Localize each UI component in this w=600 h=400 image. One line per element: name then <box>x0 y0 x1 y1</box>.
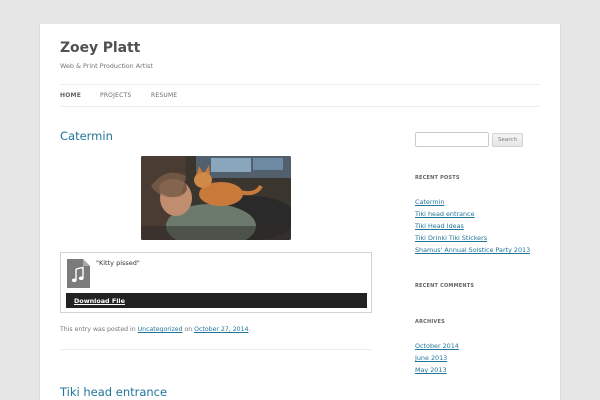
recent-comments-title: RECENT COMMENTS <box>415 283 475 289</box>
recent-posts-list: Catermin Tiki head entrance Tiki Head Id… <box>415 196 530 256</box>
list-item: May 2013 <box>415 364 459 376</box>
list-item: June 2013 <box>415 352 459 364</box>
category-link[interactable]: Uncategorized <box>138 326 183 333</box>
recent-posts-title: RECENT POSTS <box>415 175 460 181</box>
post-divider <box>60 349 372 350</box>
list-item: Catermin <box>415 196 530 208</box>
recent-post-link[interactable]: Tiki Head Ideas <box>415 222 464 230</box>
list-item: Tiki head entrance <box>415 208 530 220</box>
nav-item-resume[interactable]: RESUME <box>151 92 177 99</box>
cat-photo <box>141 156 291 240</box>
list-item: Tiki Head Ideas <box>415 220 530 232</box>
post-title[interactable]: Catermin <box>60 129 113 143</box>
post-title[interactable]: Tiki head entrance <box>60 385 167 399</box>
date-link[interactable]: October 27, 2014 <box>194 326 248 333</box>
archives-title: ARCHIVES <box>415 319 445 325</box>
archives-list: October 2014 June 2013 May 2013 <box>415 340 459 376</box>
audio-attachment: "Kitty pissed" Download File <box>60 252 372 313</box>
archive-link[interactable]: October 2014 <box>415 342 459 350</box>
main-navigation: HOME PROJECTS RESUME <box>60 84 540 107</box>
recent-post-link[interactable]: Catermin <box>415 198 444 206</box>
nav-item-home[interactable]: HOME <box>60 92 81 99</box>
recent-post-link[interactable]: Tiki Drinki Tiki Stickers <box>415 234 487 242</box>
music-file-icon <box>67 259 90 288</box>
search-input[interactable] <box>415 132 489 147</box>
nav-item-projects[interactable]: PROJECTS <box>100 92 131 99</box>
attachment-caption: "Kitty pissed" <box>96 259 140 267</box>
site-title[interactable]: Zoey Platt <box>60 40 140 56</box>
entry-meta: This entry was posted in Uncategorized o… <box>60 326 250 333</box>
recent-post-link[interactable]: Tiki head entrance <box>415 210 475 218</box>
entry-meta-prefix: This entry was posted in <box>60 326 138 333</box>
page-container: Zoey Platt Web & Print Production Artist… <box>40 24 560 400</box>
entry-meta-suffix: . <box>248 326 251 333</box>
archive-link[interactable]: May 2013 <box>415 366 447 374</box>
list-item: Shamus' Annual Solstice Party 2013 <box>415 244 530 256</box>
list-item: October 2014 <box>415 340 459 352</box>
download-file-button[interactable]: Download File <box>66 293 367 308</box>
list-item: Tiki Drinki Tiki Stickers <box>415 232 530 244</box>
recent-post-link[interactable]: Shamus' Annual Solstice Party 2013 <box>415 246 530 254</box>
site-description: Web & Print Production Artist <box>60 62 153 70</box>
entry-meta-on: on <box>182 326 195 333</box>
post-image[interactable] <box>141 156 291 240</box>
search-button[interactable]: Search <box>492 133 523 147</box>
archive-link[interactable]: June 2013 <box>415 354 447 362</box>
